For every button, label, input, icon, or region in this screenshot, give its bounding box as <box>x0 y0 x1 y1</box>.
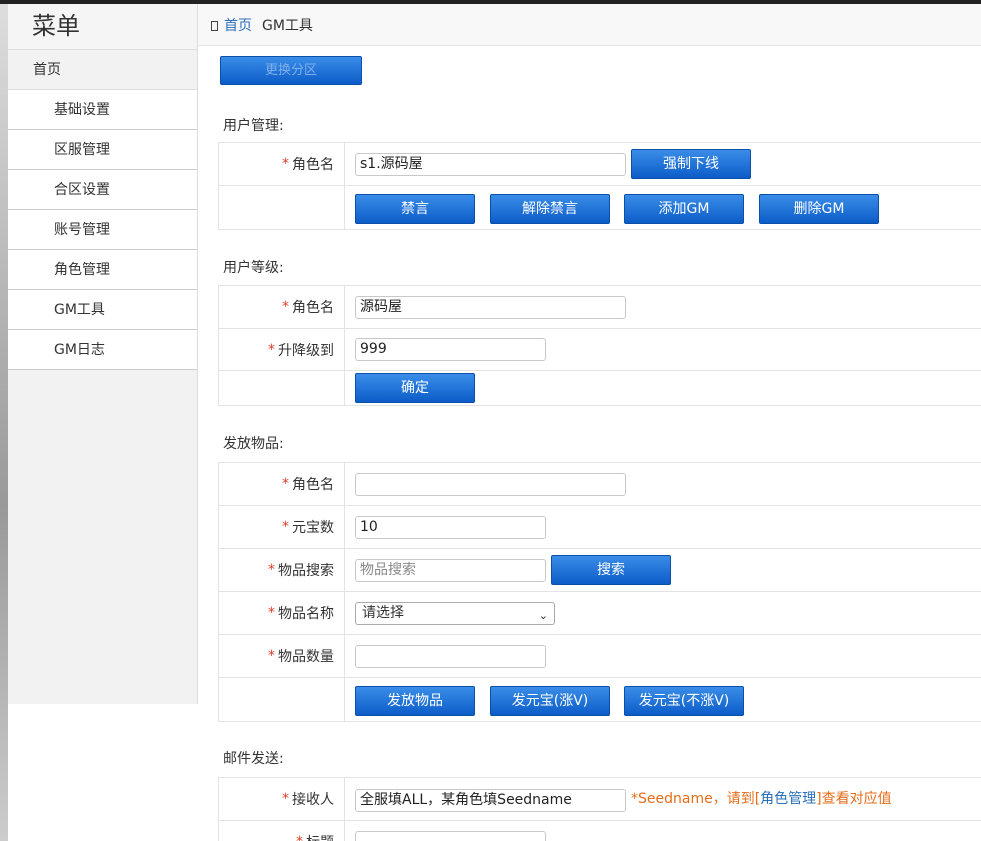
receiver-hint: *Seedname，请到[角色管理]查看对应值 <box>631 788 892 808</box>
field-label: * 角色名 <box>219 286 345 328</box>
subject-label: 标题 <box>306 832 334 841</box>
field-label: * 物品名称 <box>219 592 345 634</box>
field-label-empty <box>219 678 345 721</box>
item-name-select[interactable]: 请选择 ⌄ <box>355 602 555 625</box>
form-row-role: * 角色名 源码屋 <box>219 286 981 329</box>
send-items-form: * 角色名 * 元宝数 10 * 物品搜索 物品搜索 搜索 * 物品名称 请选择 ⌄ * 物… <box>218 462 981 722</box>
field-label: * 角色名 <box>219 463 345 505</box>
field-label: * 元宝数 <box>219 506 345 548</box>
subject-input[interactable] <box>355 831 546 841</box>
sidebar-item-server-manage[interactable]: 区服管理 <box>8 130 197 170</box>
form-row-actions: 禁言 解除禁言 添加GM 删除GM <box>219 186 981 230</box>
unmute-button[interactable]: 解除禁言 <box>490 194 610 224</box>
switch-zone-button[interactable]: 更换分区 <box>220 56 362 85</box>
receiver-input[interactable]: 全服填ALL，某角色填Seedname <box>355 789 626 812</box>
form-row-level: * 升降级到 999 <box>219 329 981 371</box>
section-title-user-manage: 用户管理: <box>223 118 284 134</box>
search-label: 物品搜索 <box>278 563 334 579</box>
mute-button[interactable]: 禁言 <box>355 194 475 224</box>
sidebar-item-basic-settings[interactable]: 基础设置 <box>8 90 197 130</box>
field-label: * 物品搜索 <box>219 549 345 591</box>
role-name-input[interactable]: s1.源码屋 <box>355 153 626 176</box>
field-label-empty <box>219 371 345 405</box>
send-gold-no-vip-button[interactable]: 发元宝(不涨V) <box>624 686 744 716</box>
form-row-send-actions: 发放物品 发元宝(涨V) 发元宝(不涨V) <box>219 678 981 722</box>
field-label: * 升降级到 <box>219 329 345 370</box>
main-content: 更换分区 用户管理: * 角色名 s1.源码屋 强制下线 禁言 解除禁言 添加GM… <box>198 46 981 841</box>
sidebar-item-account-manage[interactable]: 账号管理 <box>8 210 197 250</box>
form-row-receiver: * 接收人 全服填ALL，某角色填Seedname *Seedname，请到[角色… <box>219 778 981 821</box>
required-star: * <box>282 299 289 315</box>
form-row-qty: * 物品数量 <box>219 635 981 678</box>
role-label: 角色名 <box>292 477 334 493</box>
hint-text: *Seedname，请到[ <box>631 791 761 807</box>
add-gm-button[interactable]: 添加GM <box>624 194 744 224</box>
form-row-role: * 角色名 s1.源码屋 强制下线 <box>219 143 981 186</box>
field-label-empty <box>219 186 345 229</box>
required-star: * <box>268 341 275 358</box>
role-manage-link[interactable]: 角色管理 <box>760 791 816 807</box>
form-row-role: * 角色名 <box>219 463 981 506</box>
field-label: * 接收人 <box>219 778 345 820</box>
item-search-input[interactable]: 物品搜索 <box>355 559 546 582</box>
sidebar: 菜单 首页 基础设置 区服管理 合区设置 账号管理 角色管理 GM工具 GM日志 <box>8 4 198 704</box>
required-star: * <box>268 648 275 664</box>
search-button[interactable]: 搜索 <box>551 555 671 585</box>
chevron-down-icon: ⌄ <box>538 609 548 622</box>
user-manage-form: * 角色名 s1.源码屋 强制下线 禁言 解除禁言 添加GM 删除GM <box>218 142 981 230</box>
breadcrumb-current: GM工具 <box>262 18 313 34</box>
hint-text-tail: ]查看对应值 <box>816 791 892 807</box>
level-input[interactable]: 999 <box>355 338 546 361</box>
form-row-item-name: * 物品名称 请选择 ⌄ <box>219 592 981 635</box>
required-star: * <box>296 834 303 841</box>
section-title-mail: 邮件发送: <box>223 751 284 767</box>
field-label: * 物品数量 <box>219 635 345 677</box>
item-role-input[interactable] <box>355 473 626 496</box>
user-level-form: * 角色名 源码屋 * 升降级到 999 确定 <box>218 285 981 406</box>
delete-gm-button[interactable]: 删除GM <box>759 194 879 224</box>
send-gold-vip-button[interactable]: 发元宝(涨V) <box>490 686 610 716</box>
required-star: * <box>282 476 289 492</box>
sidebar-item-merge-settings[interactable]: 合区设置 <box>8 170 197 210</box>
qty-label: 物品数量 <box>278 649 334 665</box>
home-icon <box>211 21 218 31</box>
menu-title: 菜单 <box>8 4 197 50</box>
sidebar-item-home[interactable]: 首页 <box>8 50 197 90</box>
form-row-search: * 物品搜索 物品搜索 搜索 <box>219 549 981 592</box>
form-row-gold: * 元宝数 10 <box>219 506 981 549</box>
item-name-label: 物品名称 <box>278 606 334 622</box>
field-label: *标题 <box>219 821 345 841</box>
role-label: 角色名 <box>292 157 334 173</box>
required-star: * <box>268 562 275 578</box>
form-row-subject: *标题 <box>219 821 981 841</box>
section-title-send-items: 发放物品: <box>223 436 284 452</box>
level-role-input[interactable]: 源码屋 <box>355 296 626 319</box>
field-label: * 角色名 <box>219 143 345 185</box>
gold-label: 元宝数 <box>292 520 334 536</box>
section-title-user-level: 用户等级: <box>223 260 284 276</box>
breadcrumb: 首页 GM工具 <box>211 15 313 35</box>
send-items-button[interactable]: 发放物品 <box>355 686 475 716</box>
level-label: 升降级到 <box>278 342 334 359</box>
receiver-label: 接收人 <box>292 792 334 808</box>
required-star: * <box>282 156 289 172</box>
required-star: * <box>282 791 289 807</box>
item-qty-input[interactable] <box>355 645 546 668</box>
form-row-confirm: 确定 <box>219 371 981 406</box>
window-left-edge <box>0 4 8 841</box>
sidebar-item-role-manage[interactable]: 角色管理 <box>8 250 197 290</box>
force-offline-button[interactable]: 强制下线 <box>631 149 751 179</box>
breadcrumb-bar: 首页 GM工具 <box>198 4 981 46</box>
sidebar-item-gm-tools[interactable]: GM工具 <box>8 290 197 330</box>
gold-amount-input[interactable]: 10 <box>355 516 546 539</box>
required-star: * <box>282 519 289 535</box>
sidebar-item-gm-log[interactable]: GM日志 <box>8 330 197 370</box>
confirm-level-button[interactable]: 确定 <box>355 373 475 403</box>
item-name-selected: 请选择 <box>362 605 404 621</box>
role-label: 角色名 <box>292 300 334 316</box>
mail-form: * 接收人 全服填ALL，某角色填Seedname *Seedname，请到[角色… <box>218 777 981 841</box>
required-star: * <box>268 605 275 621</box>
breadcrumb-home-link[interactable]: 首页 <box>224 18 252 34</box>
